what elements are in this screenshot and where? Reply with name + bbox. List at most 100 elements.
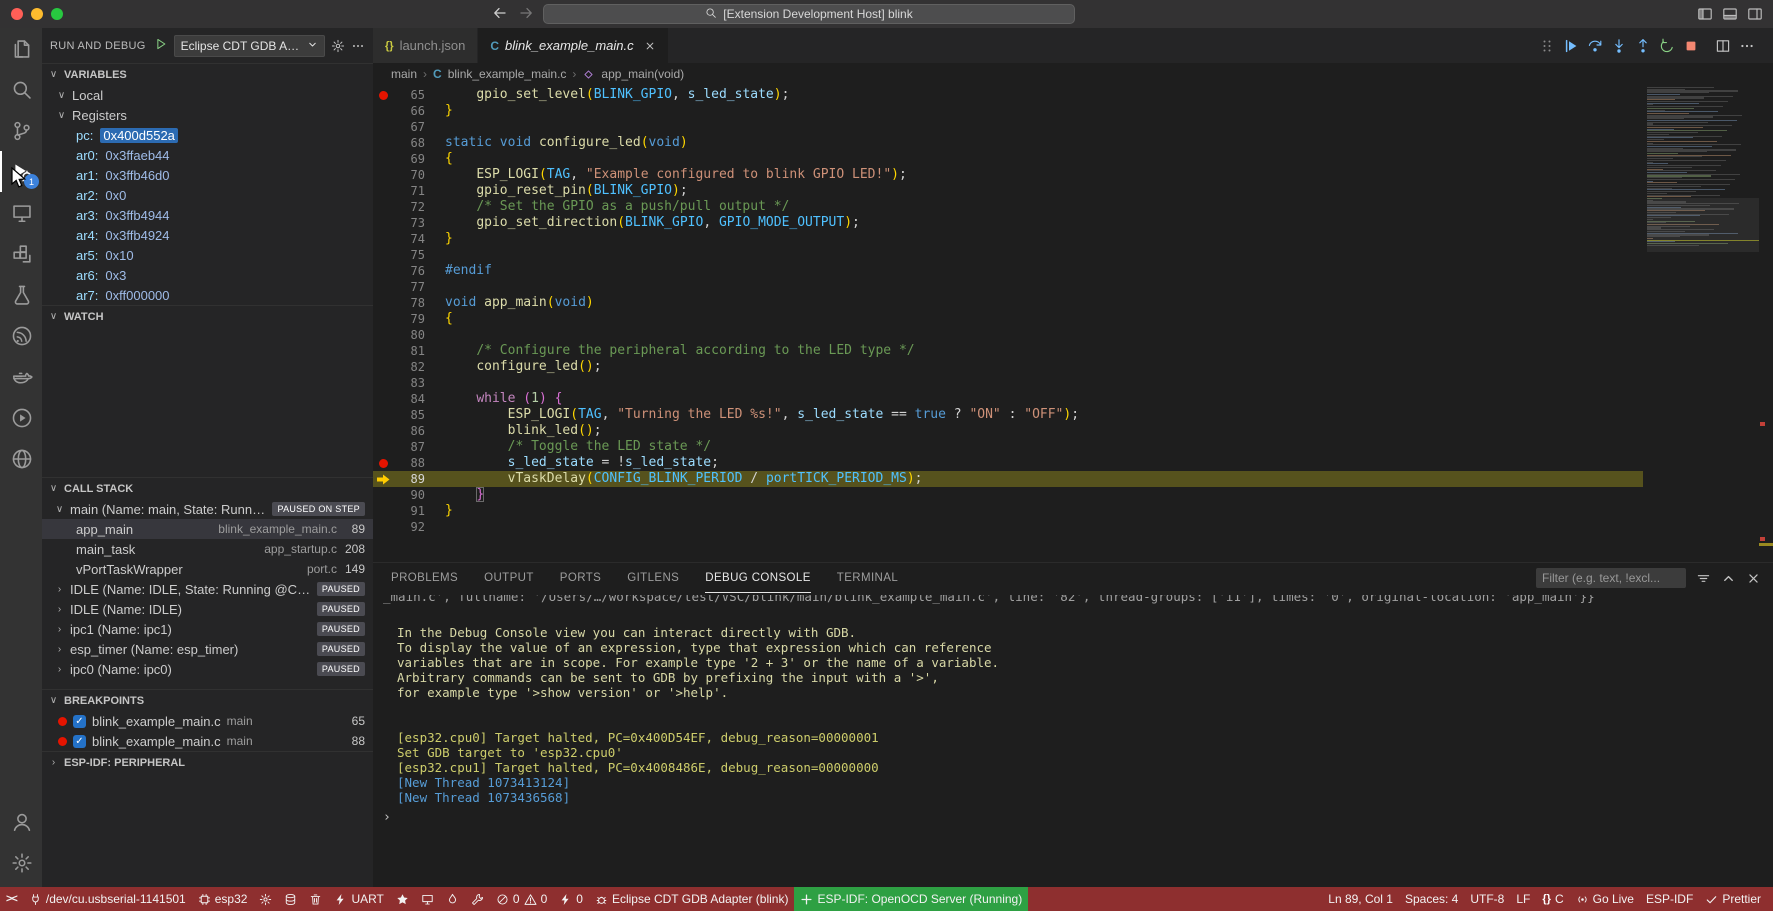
- panel-tab-problems[interactable]: PROBLEMS: [391, 563, 458, 593]
- step-over-button[interactable]: [1585, 36, 1605, 56]
- activity-item-source-control[interactable]: [0, 110, 42, 151]
- debug-gear-icon[interactable]: [331, 39, 345, 53]
- code-line-73[interactable]: 73 gpio_set_direction(BLINK_GPIO, GPIO_M…: [373, 215, 1643, 231]
- close-panel-icon[interactable]: [1746, 571, 1761, 586]
- call-stack-thread-row[interactable]: ∨ main (Name: main, State: Running ... P…: [42, 499, 373, 519]
- panel-tab-gitlens[interactable]: GITLENS: [627, 563, 679, 593]
- status-monitor[interactable]: [415, 887, 440, 911]
- code-line-85[interactable]: 85 ESP_LOGI(TAG, "Turning the LED %s!", …: [373, 407, 1643, 423]
- code-line-69[interactable]: 69{: [373, 151, 1643, 167]
- status-esp-idf[interactable]: ESP-IDF: [1640, 887, 1699, 911]
- code-line-80[interactable]: 80: [373, 327, 1643, 343]
- console-input[interactable]: ›: [383, 810, 1773, 825]
- code-line-89[interactable]: 89 vTaskDelay(CONFIG_BLINK_PERIOD / port…: [373, 471, 1643, 487]
- code-line-65[interactable]: 65 gpio_set_level(BLINK_GPIO, s_led_stat…: [373, 87, 1643, 103]
- launch-config-select[interactable]: Eclipse CDT GDB Adapter: [174, 35, 325, 57]
- close-tab-icon[interactable]: [644, 40, 656, 52]
- register-row[interactable]: ar1:0x3ffb46d0: [42, 165, 373, 185]
- back-button[interactable]: [492, 5, 508, 26]
- activity-item-network[interactable]: [0, 438, 42, 479]
- status-clean[interactable]: [303, 887, 328, 911]
- breakpoint-checkbox[interactable]: ✓: [73, 715, 86, 728]
- panel-tab-terminal[interactable]: TERMINAL: [837, 563, 898, 593]
- code-line-67[interactable]: 67: [373, 119, 1643, 135]
- stack-frame[interactable]: app_mainblink_example_main.c89: [42, 519, 373, 539]
- register-row[interactable]: pc:0x400d552a: [42, 125, 373, 145]
- activity-item-live-preview[interactable]: [0, 397, 42, 438]
- debug-more-icon[interactable]: [351, 39, 365, 53]
- thread-row[interactable]: ›ipc0 (Name: ipc0)PAUSED: [42, 659, 373, 679]
- status-go-live[interactable]: Go Live: [1570, 887, 1640, 911]
- step-into-button[interactable]: [1609, 36, 1629, 56]
- code-line-90[interactable]: 90 }: [373, 487, 1643, 503]
- step-out-button[interactable]: [1633, 36, 1653, 56]
- code-line-91[interactable]: 91}: [373, 503, 1643, 519]
- breakpoint-item[interactable]: ✓blink_example_main.cmain88: [42, 731, 373, 751]
- code-line-79[interactable]: 79{: [373, 311, 1643, 327]
- panel-tab-debug-console[interactable]: DEBUG CONSOLE: [705, 563, 811, 593]
- status-debug-session[interactable]: Eclipse CDT GDB Adapter (blink): [589, 887, 795, 911]
- status-cursor-position[interactable]: Ln 89, Col 1: [1322, 887, 1399, 911]
- register-row[interactable]: ar7:0xff000000: [42, 285, 373, 305]
- code-editor[interactable]: 65 gpio_set_level(BLINK_GPIO, s_led_stat…: [373, 85, 1773, 562]
- breakpoints-section-header[interactable]: ∨ BREAKPOINTS: [42, 689, 373, 711]
- stack-frame[interactable]: main_taskapp_startup.c208: [42, 539, 373, 559]
- register-row[interactable]: ar2:0x0: [42, 185, 373, 205]
- code-line-86[interactable]: 86 blink_led();: [373, 423, 1643, 439]
- code-line-82[interactable]: 82 configure_led();: [373, 359, 1643, 375]
- status-serial-port[interactable]: /dev/cu.usbserial-1141501: [23, 887, 192, 911]
- register-row[interactable]: ar3:0x3ffb4944: [42, 205, 373, 225]
- code-line-78[interactable]: 78void app_main(void): [373, 295, 1643, 311]
- tab-launch.json[interactable]: {}launch.json: [373, 28, 478, 63]
- status-doctor[interactable]: [465, 887, 490, 911]
- status-flash-count[interactable]: 0: [553, 887, 589, 911]
- code-line-88[interactable]: 88 s_led_state = !s_led_state;: [373, 455, 1643, 471]
- variables-section-header[interactable]: ∨ VARIABLES: [42, 63, 373, 85]
- register-row[interactable]: ar6:0x3: [42, 265, 373, 285]
- status-problems[interactable]: 00: [490, 887, 553, 911]
- filter-lines-icon[interactable]: [1696, 571, 1711, 586]
- panel-tab-ports[interactable]: PORTS: [560, 563, 601, 593]
- stack-frame[interactable]: vPortTaskWrapperport.c149: [42, 559, 373, 579]
- breakpoint-item[interactable]: ✓blink_example_main.cmain65: [42, 711, 373, 731]
- status-build-flash-monitor[interactable]: [440, 887, 465, 911]
- console-filter-input[interactable]: [1536, 568, 1686, 588]
- status-eol[interactable]: LF: [1510, 887, 1536, 911]
- tab-blink_example_main.c[interactable]: Cblink_example_main.c: [478, 28, 668, 63]
- toggle-sidebar-icon[interactable]: [1697, 6, 1713, 27]
- minimize-window-button[interactable]: [31, 8, 43, 20]
- code-line-84[interactable]: 84 while (1) {: [373, 391, 1643, 407]
- activity-item-espressif[interactable]: [0, 315, 42, 356]
- status-qemu[interactable]: [390, 887, 415, 911]
- activity-item-run-and-debug[interactable]: 1: [0, 151, 42, 192]
- debug-console[interactable]: _main.c', fullname: '/Users/…/workspace/…: [373, 593, 1773, 887]
- panel-tab-output[interactable]: OUTPUT: [484, 563, 534, 593]
- thread-row[interactable]: ›IDLE (Name: IDLE, State: Running @CPU1)…: [42, 579, 373, 599]
- stop-button[interactable]: [1681, 36, 1701, 56]
- forward-button[interactable]: [518, 5, 534, 26]
- code-line-66[interactable]: 66}: [373, 103, 1643, 119]
- activity-item-accounts[interactable]: [0, 801, 42, 842]
- thread-row[interactable]: ›esp_timer (Name: esp_timer)PAUSED: [42, 639, 373, 659]
- code-line-92[interactable]: 92: [373, 519, 1643, 535]
- breakpoint-icon[interactable]: [379, 91, 388, 100]
- status-indentation[interactable]: Spaces: 4: [1399, 887, 1464, 911]
- activity-item-testing[interactable]: [0, 274, 42, 315]
- status-device-target[interactable]: esp32: [192, 887, 254, 911]
- register-row[interactable]: ar5:0x10: [42, 245, 373, 265]
- code-line-87[interactable]: 87 /* Toggle the LED state */: [373, 439, 1643, 455]
- register-row[interactable]: ar4:0x3ffb4924: [42, 225, 373, 245]
- split-button[interactable]: [1713, 36, 1733, 56]
- status-prettier[interactable]: Prettier: [1699, 887, 1767, 911]
- status-build[interactable]: [278, 887, 303, 911]
- status-encoding[interactable]: UTF-8: [1464, 887, 1510, 911]
- activity-item-remote-explorer[interactable]: [0, 192, 42, 233]
- command-center[interactable]: [Extension Development Host] blink: [543, 4, 1075, 24]
- status-remote[interactable]: ><: [0, 887, 23, 911]
- variables-group[interactable]: ∨Local: [42, 85, 373, 105]
- start-debug-button[interactable]: [154, 37, 168, 54]
- status-openocd-server[interactable]: ESP-IDF: OpenOCD Server (Running): [794, 887, 1028, 911]
- activity-item-search[interactable]: [0, 69, 42, 110]
- continue-button[interactable]: [1561, 36, 1581, 56]
- code-line-83[interactable]: 83: [373, 375, 1643, 391]
